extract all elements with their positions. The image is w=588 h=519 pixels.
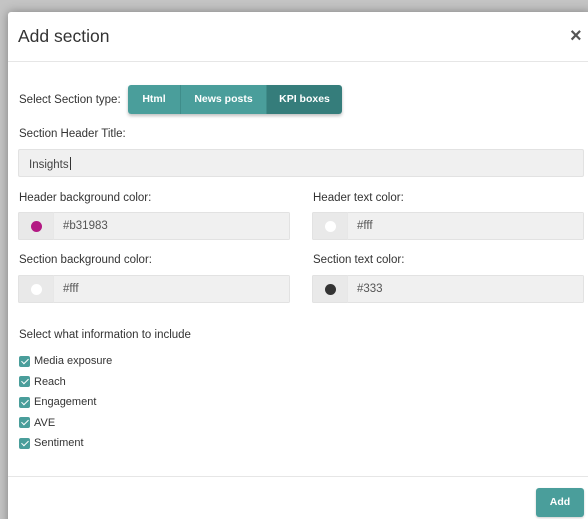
header-text-color-input[interactable]: #fff xyxy=(347,212,584,240)
header-text-color-label: Header text color: xyxy=(313,192,404,204)
checkbox-reach[interactable]: Reach xyxy=(19,372,112,393)
checkbox-label: AVE xyxy=(34,416,56,429)
checkbox-label: Sentiment xyxy=(34,437,84,450)
section-bg-color-input[interactable]: #fff xyxy=(53,275,290,303)
section-type-label: Select Section type: xyxy=(19,94,121,106)
dialog-footer-divider xyxy=(8,476,588,477)
text-caret xyxy=(69,157,71,170)
section-bg-swatch-icon xyxy=(31,284,42,295)
section-bg-color-field: #fff xyxy=(18,275,290,303)
header-title-label: Section Header Title: xyxy=(19,128,126,140)
section-text-color-label: Section text color: xyxy=(313,254,405,266)
section-text-color-picker[interactable] xyxy=(312,275,347,303)
section-type-kpi-boxes-button[interactable]: KPI boxes xyxy=(266,85,342,114)
include-info-label: Select what information to include xyxy=(19,329,191,341)
section-text-color-field: #333 xyxy=(312,275,584,303)
checkbox-sentiment[interactable]: Sentiment xyxy=(19,433,112,454)
add-button[interactable]: Add xyxy=(536,488,584,517)
section-bg-color-label: Section background color: xyxy=(19,254,152,266)
section-type-news-posts-button[interactable]: News posts xyxy=(180,85,266,114)
section-type-html-button[interactable]: Html xyxy=(128,85,180,114)
checkbox-checked-icon[interactable] xyxy=(19,417,30,429)
header-bg-color-picker[interactable] xyxy=(18,212,53,240)
checkbox-label: Engagement xyxy=(34,396,97,409)
header-bg-color-input[interactable]: #b31983 xyxy=(53,212,290,240)
checkbox-ave[interactable]: AVE xyxy=(19,413,112,434)
include-checkbox-list: Media exposure Reach Engagement AVE Sent… xyxy=(19,351,112,454)
dialog-title: Add section xyxy=(18,26,110,46)
checkbox-engagement[interactable]: Engagement xyxy=(19,392,112,413)
header-bg-color-label: Header background color: xyxy=(19,192,152,204)
add-section-dialog: Add section × Select Section type: Html … xyxy=(8,12,588,519)
section-type-selector: Html News posts KPI boxes xyxy=(128,85,342,114)
checkbox-checked-icon[interactable] xyxy=(19,437,30,449)
checkbox-media-exposure[interactable]: Media exposure xyxy=(19,351,112,372)
checkbox-label: Reach xyxy=(34,375,66,388)
header-bg-color-field: #b31983 xyxy=(18,212,290,240)
header-title-input[interactable]: Insights xyxy=(18,149,584,177)
header-text-color-field: #fff xyxy=(312,212,584,240)
section-text-color-input[interactable]: #333 xyxy=(347,275,584,303)
checkbox-checked-icon[interactable] xyxy=(19,376,30,388)
checkbox-checked-icon[interactable] xyxy=(19,355,30,367)
header-bg-swatch-icon xyxy=(31,221,42,232)
section-text-swatch-icon xyxy=(325,284,336,295)
header-text-swatch-icon xyxy=(325,221,336,232)
dialog-header: Add section × xyxy=(8,12,588,62)
header-title-value: Insights xyxy=(29,159,69,171)
section-bg-color-picker[interactable] xyxy=(18,275,53,303)
checkbox-checked-icon[interactable] xyxy=(19,396,30,408)
header-text-color-picker[interactable] xyxy=(312,212,347,240)
close-icon[interactable]: × xyxy=(570,26,582,46)
checkbox-label: Media exposure xyxy=(34,355,113,368)
